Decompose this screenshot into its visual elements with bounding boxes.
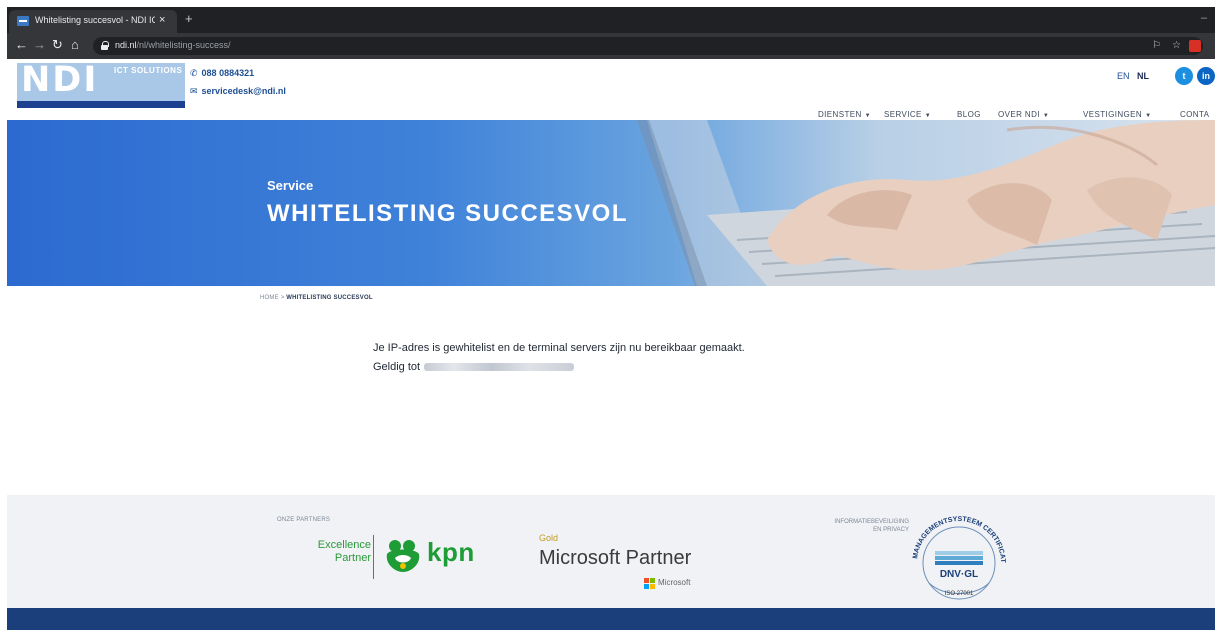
partners-label: ONZE PARTNERS xyxy=(277,517,331,523)
phone-link[interactable]: ✆ 088 0884321 xyxy=(190,68,254,79)
kpn-crown-icon xyxy=(386,540,420,572)
footer-navy-bar xyxy=(7,608,1215,630)
nav-over-ndi[interactable]: OVER NDI ▼ xyxy=(998,110,1049,119)
site-header: NDI ICT SOLUTIONS ✆ 088 0884321 ✉ serviced… xyxy=(7,59,1215,119)
nav-contact[interactable]: CONTA xyxy=(1180,110,1209,119)
nav-label: DIENSTEN xyxy=(818,110,862,119)
cert-standard: ISO 27001 xyxy=(945,591,974,597)
breadcrumb-current: WHITELISTING SUCCESVOL xyxy=(286,295,373,301)
chevron-down-icon: ▼ xyxy=(1145,113,1152,119)
nav-diensten[interactable]: DIENSTEN ▼ xyxy=(818,110,871,119)
partners-footer: ONZE PARTNERS Excellence Partner kpn Gol… xyxy=(7,495,1215,608)
phone-icon: ✆ xyxy=(190,68,198,78)
infosec-label-line1: INFORMATIEBEVEILIGING xyxy=(834,519,909,525)
breadcrumb-home[interactable]: HOME xyxy=(260,295,279,301)
url-path: /nl/whitelisting-success/ xyxy=(136,40,231,50)
ms-gold-tier: Gold xyxy=(539,533,559,543)
kpn-badge-line1: Excellence xyxy=(317,539,371,551)
phone-number: 088 0884321 xyxy=(201,68,255,78)
redacted-date xyxy=(424,363,575,372)
kpn-badge-line2: Partner xyxy=(334,552,371,564)
kpn-logo-text: kpn xyxy=(427,537,475,567)
browser-tab-bar: Whitelisting succesvol - NDI ICT × + – xyxy=(7,7,1215,33)
page-frame: Whitelisting succesvol - NDI ICT × + – ←… xyxy=(7,7,1215,630)
hero-subtitle: Service xyxy=(267,178,314,193)
linkedin-icon[interactable]: in xyxy=(1197,67,1215,85)
nav-blog[interactable]: BLOG xyxy=(957,110,981,119)
nav-label: OVER NDI xyxy=(998,110,1040,119)
kpn-excellence-badge: Excellence Partner xyxy=(291,539,371,565)
ndi-favicon-icon xyxy=(17,16,29,26)
extension-icon[interactable] xyxy=(1189,40,1201,52)
tab-title: Whitelisting succesvol - NDI ICT xyxy=(35,15,155,25)
nav-label: VESTIGINGEN xyxy=(1083,110,1143,119)
browser-tab[interactable]: Whitelisting succesvol - NDI ICT × xyxy=(9,10,177,33)
dnv-gl-certificate-badge: MANAGEMENTSYSTEEM CERTIFICATE DNV·GL ISO… xyxy=(907,513,1006,600)
forward-arrow-icon[interactable]: → xyxy=(33,37,46,53)
envelope-icon: ✉ xyxy=(190,86,198,96)
microsoft-logo-icon xyxy=(644,578,655,589)
url-text[interactable]: ndi.nl/nl/whitelisting-success/ xyxy=(115,40,231,50)
nav-service[interactable]: SERVICE ▼ xyxy=(884,110,931,119)
logo-letters: NDI xyxy=(21,60,99,100)
infosec-label: INFORMATIEBEVEILIGING EN PRIVACY xyxy=(799,518,909,534)
chevron-down-icon: ▼ xyxy=(924,113,932,119)
logo-tagline: ICT SOLUTIONS xyxy=(114,66,183,75)
breadcrumb-separator: > xyxy=(280,295,285,301)
hero-title: WHITELISTING SUCCESVOL xyxy=(267,200,629,227)
lang-nl[interactable]: NL xyxy=(1137,71,1149,81)
twitter-icon[interactable]: t xyxy=(1175,67,1193,85)
hero-banner: Service WHITELISTING SUCCESVOL xyxy=(7,120,1215,286)
bookmark-star-icon[interactable]: ☆ xyxy=(1172,40,1181,51)
home-icon[interactable]: ⌂ xyxy=(71,37,79,53)
logo-bar xyxy=(17,101,185,108)
minimize-icon[interactable]: – xyxy=(1201,12,1207,24)
nav-label: SERVICE xyxy=(884,110,922,119)
email-address: servicedesk@ndi.nl xyxy=(201,86,286,96)
cert-name: DNV·GL xyxy=(940,569,978,580)
validity-line: Geldig tot xyxy=(373,361,575,373)
new-tab-button[interactable]: + xyxy=(185,11,193,27)
browser-toolbar: ← → ↻ ⌂ ndi.nl/nl/whitelisting-success/ … xyxy=(7,33,1215,59)
back-arrow-icon[interactable]: ← xyxy=(15,37,28,53)
kpn-divider xyxy=(373,535,374,579)
reload-icon[interactable]: ↻ xyxy=(52,37,63,53)
lang-en[interactable]: EN xyxy=(1117,71,1130,81)
nav-label: BLOG xyxy=(957,110,981,119)
validity-prefix: Geldig tot xyxy=(373,361,421,373)
microsoft-small-text: Microsoft xyxy=(658,578,691,587)
tab-close-button[interactable]: × xyxy=(159,13,165,27)
infosec-label-line2: EN PRIVACY xyxy=(873,527,909,533)
chevron-down-icon: ▼ xyxy=(1042,113,1050,119)
chevron-down-icon: ▼ xyxy=(864,113,871,119)
url-domain: ndi.nl xyxy=(115,40,137,50)
nav-vestigingen[interactable]: VESTIGINGEN ▼ xyxy=(1083,110,1151,119)
address-bar[interactable]: ndi.nl/nl/whitelisting-success/ ⚐ ☆ xyxy=(93,37,1203,55)
whitelist-message: Je IP-adres is gewhitelist en de termina… xyxy=(373,342,745,354)
ndi-logo[interactable]: NDI ICT SOLUTIONS xyxy=(17,60,185,108)
translate-icon[interactable]: ⚐ xyxy=(1152,40,1161,51)
email-link[interactable]: ✉ servicedesk@ndi.nl xyxy=(190,86,286,97)
breadcrumb: HOME > WHITELISTING SUCCESVOL xyxy=(260,295,373,301)
lock-icon xyxy=(101,41,109,50)
ms-partner-title: Microsoft Partner xyxy=(539,547,692,569)
